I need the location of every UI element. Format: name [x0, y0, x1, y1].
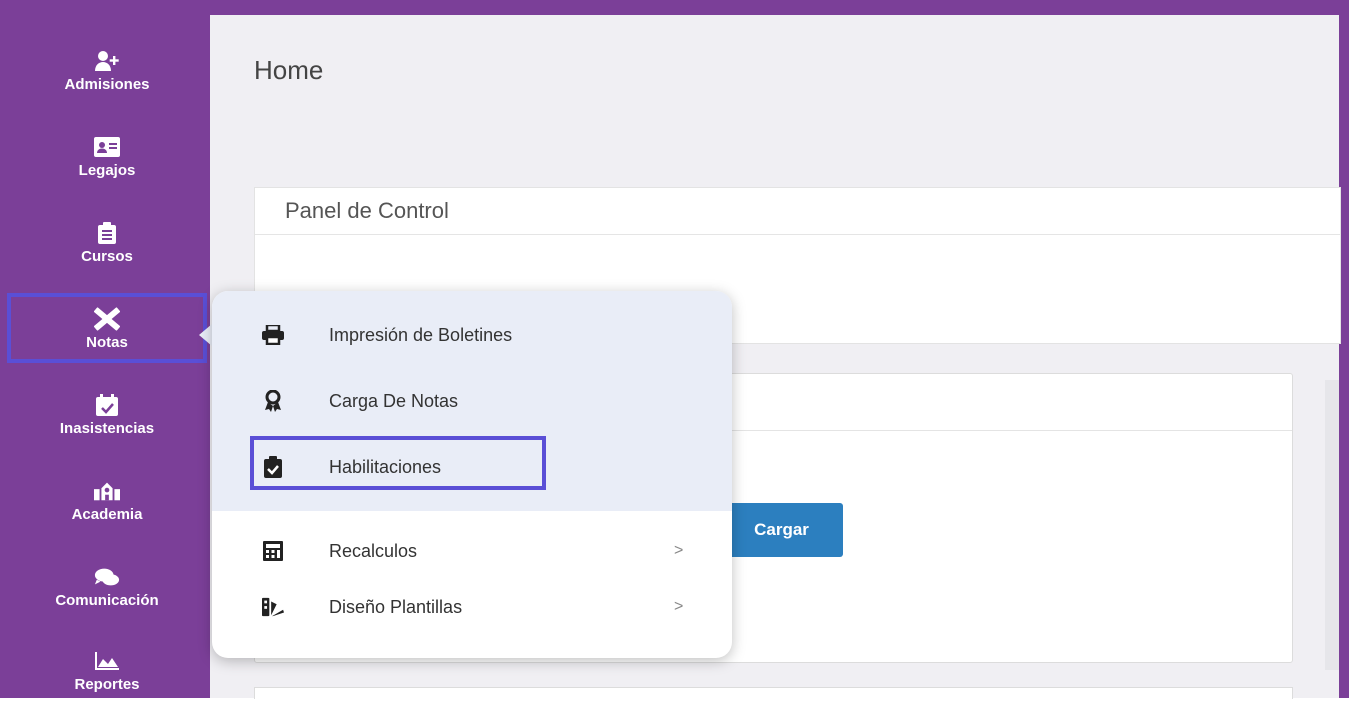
cargar-button[interactable]: Cargar: [720, 503, 843, 557]
sidebar-item-label: Reportes: [74, 675, 140, 693]
sidebar-item-label: Inasistencias: [59, 419, 155, 437]
panel-title: Panel de Control: [255, 188, 1340, 235]
sidebar: Admisiones Legajos Cursos Notas Inasiste…: [7, 15, 207, 698]
award-icon: [262, 390, 284, 412]
menu-item-carga-notas[interactable]: Carga De Notas: [212, 381, 732, 421]
sidebar-item-comunicacion[interactable]: Comunicación: [7, 551, 207, 621]
sidebar-item-label: Legajos: [78, 161, 136, 179]
sidebar-item-label: Notas: [86, 333, 128, 351]
sidebar-item-label: Comunicación: [55, 591, 159, 609]
side-card-edge: [1325, 380, 1339, 670]
menu-item-label: Carga De Notas: [329, 390, 459, 411]
sidebar-item-inasistencias[interactable]: Inasistencias: [7, 379, 207, 449]
sidebar-item-label: Cursos: [81, 247, 133, 265]
menu-item-label: Habilitaciones: [329, 456, 442, 477]
sidebar-item-reportes[interactable]: Reportes: [7, 635, 207, 705]
user-plus-icon: [94, 48, 120, 74]
menu-item-label: Diseño Plantillas: [329, 596, 463, 617]
menu-item-label: Recalculos: [329, 540, 418, 561]
swatchbook-icon: [262, 596, 284, 618]
chevron-right-icon: >: [674, 598, 684, 615]
sidebar-item-label: Admisiones: [64, 75, 150, 93]
notas-popup-menu: Impresión de Boletines Carga De Notas Ha…: [212, 291, 732, 658]
menu-item-impresion-boletines[interactable]: Impresión de Boletines: [212, 315, 732, 355]
popup-arrow: [199, 324, 212, 346]
calculator-icon: [262, 540, 284, 562]
sidebar-item-notas[interactable]: Notas: [7, 293, 207, 363]
menu-item-habilitaciones[interactable]: Habilitaciones: [212, 447, 732, 487]
bottom-card: [254, 687, 1293, 699]
clipboard-check-icon: [262, 456, 284, 478]
chevron-right-icon: >: [674, 542, 684, 559]
comments-icon: [94, 564, 120, 590]
calendar-check-icon: [94, 392, 120, 418]
pencil-ruler-icon: [94, 306, 120, 332]
clipboard-list-icon: [94, 220, 120, 246]
sidebar-item-cursos[interactable]: Cursos: [7, 207, 207, 277]
sidebar-item-legajos[interactable]: Legajos: [7, 121, 207, 191]
menu-item-label: Impresión de Boletines: [329, 324, 513, 345]
menu-item-recalculos[interactable]: Recalculos >: [212, 531, 732, 571]
area-chart-icon: [94, 648, 120, 674]
menu-item-diseno-plantillas[interactable]: Diseño Plantillas >: [212, 587, 732, 627]
sidebar-item-admisiones[interactable]: Admisiones: [7, 35, 207, 105]
page-title: Home: [254, 55, 324, 85]
sidebar-item-academia[interactable]: Academia: [7, 465, 207, 535]
sidebar-item-label: Academia: [71, 505, 143, 523]
id-card-icon: [94, 134, 120, 160]
print-icon: [262, 324, 284, 346]
school-icon: [94, 478, 120, 504]
